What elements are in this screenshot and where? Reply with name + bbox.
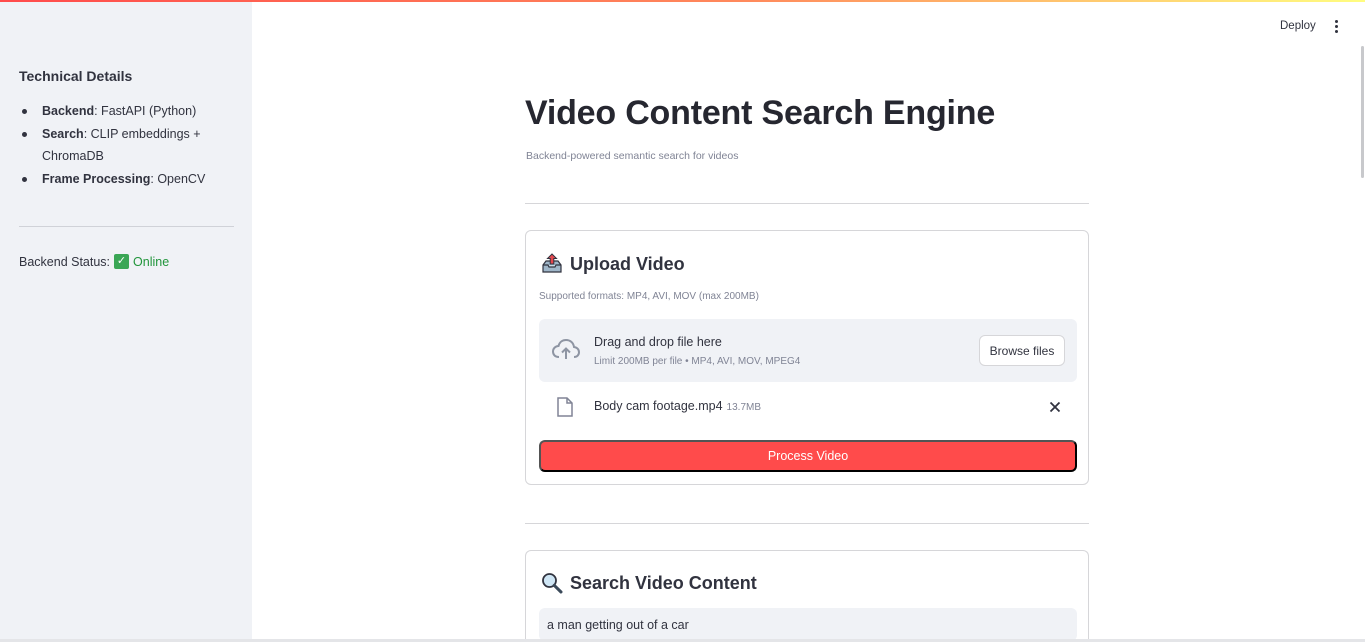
- page-title: Video Content Search Engine: [525, 94, 996, 132]
- top-accent-bar: [0, 0, 1365, 2]
- list-item: Search: CLIP embeddings + ChromaDB: [19, 123, 234, 167]
- outbox-tray-icon: [540, 253, 564, 275]
- bullet-icon: [22, 177, 27, 182]
- cloud-upload-icon: [551, 337, 581, 363]
- file-name: Body cam footage.mp4 13.7MB: [594, 399, 761, 413]
- sidebar-heading: Technical Details: [19, 68, 133, 84]
- dropzone-limit: Limit 200MB per file • MP4, AVI, MOV, MP…: [594, 356, 801, 367]
- tech-details-list: Backend: FastAPI (Python) Search: CLIP e…: [19, 100, 234, 191]
- process-video-button[interactable]: Process Video: [539, 440, 1077, 472]
- list-item: Backend: FastAPI (Python): [19, 100, 234, 122]
- list-item: Frame Processing: OpenCV: [19, 168, 234, 190]
- file-icon: [557, 397, 573, 417]
- status-value: Online: [133, 254, 170, 269]
- bullet-icon: [22, 132, 27, 137]
- sidebar: Technical Details Backend: FastAPI (Pyth…: [0, 0, 252, 642]
- page-caption: Backend-powered semantic search for vide…: [526, 150, 739, 162]
- list-item-desc: : FastAPI (Python): [94, 104, 197, 118]
- deploy-button[interactable]: Deploy: [1280, 20, 1316, 32]
- search-card: Search Video Content: [525, 550, 1089, 642]
- dropzone-text: Drag and drop file here: [594, 335, 722, 349]
- file-size: 13.7MB: [726, 402, 762, 413]
- list-item-term: Backend: [42, 104, 95, 118]
- backend-status: Backend Status: ✓ Online: [19, 254, 169, 269]
- check-mark-icon: ✓: [114, 254, 130, 269]
- upload-card: Upload Video Supported formats: MP4, AVI…: [525, 230, 1089, 485]
- kebab-menu-icon[interactable]: [1331, 20, 1341, 36]
- list-item-term: Search: [42, 127, 84, 141]
- magnifying-glass-icon: [540, 572, 564, 594]
- list-item-desc: : OpenCV: [150, 172, 206, 186]
- scrollbar[interactable]: [1361, 46, 1364, 178]
- divider: [525, 203, 1089, 204]
- search-input[interactable]: [539, 608, 1077, 641]
- sidebar-divider: [19, 226, 234, 227]
- upload-title: Upload Video: [540, 253, 685, 275]
- browse-files-button[interactable]: Browse files: [979, 335, 1065, 366]
- file-dropzone[interactable]: Drag and drop file here Limit 200MB per …: [539, 319, 1077, 382]
- list-item-term: Frame Processing: [42, 172, 151, 186]
- file-name-text: Body cam footage.mp4: [594, 399, 723, 413]
- close-icon[interactable]: [1047, 398, 1063, 416]
- uploaded-file-row: Body cam footage.mp4 13.7MB: [539, 391, 1077, 425]
- search-title-text: Search Video Content: [570, 572, 757, 593]
- upload-title-text: Upload Video: [570, 253, 685, 274]
- divider: [525, 523, 1089, 524]
- bullet-icon: [22, 109, 27, 114]
- search-title: Search Video Content: [540, 572, 757, 594]
- status-label: Backend Status:: [19, 254, 111, 269]
- upload-caption: Supported formats: MP4, AVI, MOV (max 20…: [539, 291, 759, 302]
